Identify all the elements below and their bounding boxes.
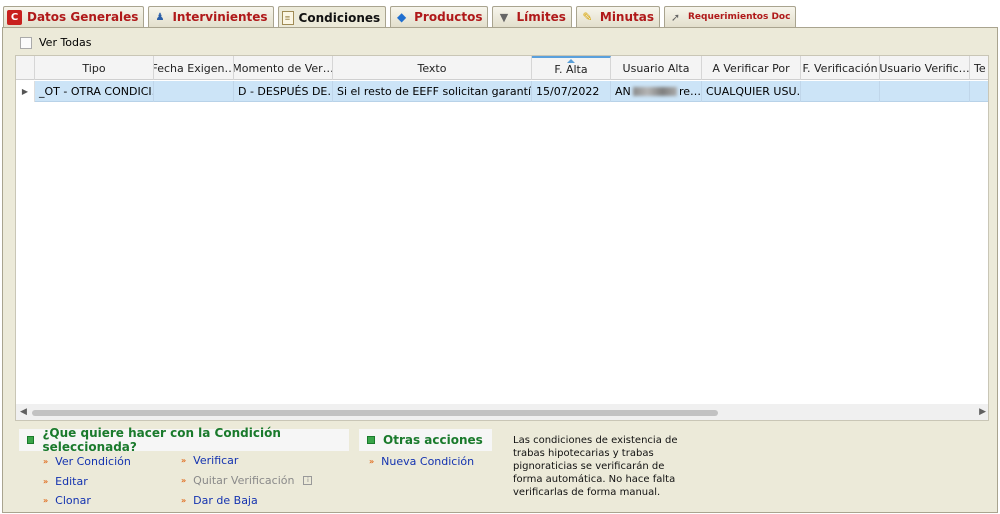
tab-label: Datos Generales (27, 10, 139, 24)
cell-usuario-verific[interactable] (880, 81, 970, 102)
cell-f-verificacion[interactable] (801, 81, 880, 102)
usuario-alta-suffix: re… (678, 85, 701, 98)
cell-texto[interactable]: Si el resto de EEFF solicitan garantías… (333, 81, 532, 102)
tab-label: Minutas (599, 10, 654, 24)
arrow-bullet-icon: » (43, 477, 49, 486)
tab-minutas[interactable]: ✎ Minutas (575, 6, 660, 27)
column-header-f-verificacion[interactable]: F. Verificación (801, 56, 880, 80)
verificar-label: Verificar (193, 454, 239, 467)
column-header-f-alta-label: F. Alta (554, 62, 588, 76)
document-icon: ≡ (281, 10, 294, 25)
column-header-tipo[interactable]: Tipo (35, 56, 154, 80)
cell-f-alta[interactable]: 15/07/2022 (532, 81, 611, 102)
column-header-usuario-alta[interactable]: Usuario Alta (611, 56, 702, 80)
arrow-bullet-icon: » (181, 476, 187, 485)
quitar-verificacion-link: » Quitar Verificación i (181, 474, 313, 487)
red-c-icon: C (7, 9, 22, 25)
redacted-name (632, 87, 677, 96)
usuario-alta-prefix: AN (615, 85, 631, 98)
column-header-te[interactable]: Te (970, 56, 988, 80)
cell-tipo[interactable]: _OT - OTRA CONDICI… (35, 81, 154, 102)
tab-requerimientos-doc[interactable]: ➚ Requerimientos Doc (664, 6, 797, 27)
tab-bar: C Datos Generales ♟ Intervinientes ≡ Con… (3, 6, 800, 28)
green-bullet-icon (367, 436, 375, 444)
tab-label: Productos (414, 10, 483, 24)
tab-productos[interactable]: ◆ Productos (390, 6, 489, 27)
verificar-link[interactable]: » Verificar (181, 454, 238, 467)
table-row[interactable]: _OT - OTRA CONDICI… D - DESPUÉS DE… Si e… (35, 81, 988, 102)
tab-intervinientes[interactable]: ♟ Intervinientes (148, 6, 274, 27)
tab-label: Condiciones (298, 10, 381, 25)
nueva-condicion-label: Nueva Condición (381, 455, 475, 468)
column-header-momento[interactable]: Momento de Ver… (234, 56, 333, 80)
condiciones-grid: Tipo Fecha Exigen… Momento de Ver… Texto… (15, 55, 989, 421)
clonar-label: Clonar (55, 494, 91, 507)
column-header-fecha-exigencia[interactable]: Fecha Exigen… (154, 56, 234, 80)
column-header-f-alta[interactable]: F. Alta (532, 56, 611, 80)
editar-label: Editar (55, 475, 88, 488)
checkbox-box[interactable] (20, 36, 32, 49)
sort-ascending-icon (567, 59, 575, 63)
cell-verificar-por[interactable]: CUALQUIER USU… (702, 81, 801, 102)
tab-label: Requerimientos Doc (688, 12, 791, 22)
info-note: Las condiciones de existencia de trabas … (513, 435, 678, 498)
actions-header: ¿Que quiere hacer con la Condición selec… (19, 426, 349, 454)
clonar-link[interactable]: » Clonar (43, 494, 91, 507)
filter-icon: ▼ (499, 10, 509, 24)
otras-acciones-label: Otras acciones (383, 433, 483, 447)
column-header-usuario-verific[interactable]: Usuario Verific… (880, 56, 970, 80)
info-icon: i (303, 476, 313, 485)
doc-arrow-icon: ➚ (670, 10, 681, 24)
cell-te[interactable] (970, 81, 988, 102)
ver-condicion-link[interactable]: » Ver Condición (43, 455, 131, 468)
arrow-bullet-icon: » (181, 456, 187, 465)
ver-condicion-label: Ver Condición (55, 455, 131, 468)
arrow-bullet-icon: » (181, 496, 187, 505)
quitar-verificacion-label: Quitar Verificación (193, 474, 295, 487)
horizontal-scrollbar[interactable]: ◀ ▶ (16, 404, 988, 420)
ver-todas-label: Ver Todas (39, 36, 92, 49)
tab-label: Límites (516, 10, 566, 24)
ver-todas-checkbox[interactable]: Ver Todas (20, 36, 92, 49)
condiciones-panel: Ver Todas Tipo Fecha Exigen… Momento de … (2, 27, 998, 513)
row-selector-header (16, 56, 35, 80)
scroll-left-icon[interactable]: ◀ (20, 407, 27, 417)
grid-header: Tipo Fecha Exigen… Momento de Ver… Texto… (16, 56, 988, 80)
tab-label: Intervinientes (172, 10, 268, 24)
tab-datos-generales[interactable]: C Datos Generales (3, 6, 145, 27)
note-icon: ✎ (582, 10, 593, 24)
tab-condiciones[interactable]: ≡ Condiciones (277, 6, 387, 28)
dar-de-baja-link[interactable]: » Dar de Baja (181, 494, 258, 507)
arrow-bullet-icon: » (43, 496, 49, 505)
row-indicator-icon[interactable]: ▶ (16, 81, 35, 102)
column-header-texto[interactable]: Texto (333, 56, 532, 80)
tab-limites[interactable]: ▼ Límites (492, 6, 572, 27)
actions-header-label: ¿Que quiere hacer con la Condición selec… (42, 426, 281, 454)
nueva-condicion-link[interactable]: » Nueva Condición (369, 455, 474, 468)
arrow-bullet-icon: » (369, 457, 375, 466)
cube-icon: ◆ (397, 10, 407, 24)
arrow-bullet-icon: » (43, 457, 49, 466)
scrollbar-thumb[interactable] (32, 410, 718, 416)
cell-momento[interactable]: D - DESPUÉS DE… (234, 81, 333, 102)
cell-fecha-exigencia[interactable] (154, 81, 234, 102)
cell-usuario-alta[interactable]: AN re… (611, 81, 702, 102)
editar-link[interactable]: » Editar (43, 475, 88, 488)
person-icon: ♟ (155, 11, 165, 23)
dar-de-baja-label: Dar de Baja (193, 494, 258, 507)
green-bullet-icon (27, 436, 35, 444)
column-header-verificar-por[interactable]: A Verificar Por (702, 56, 801, 80)
scroll-right-icon[interactable]: ▶ (979, 407, 986, 417)
otras-acciones-header: Otras acciones (359, 429, 492, 451)
